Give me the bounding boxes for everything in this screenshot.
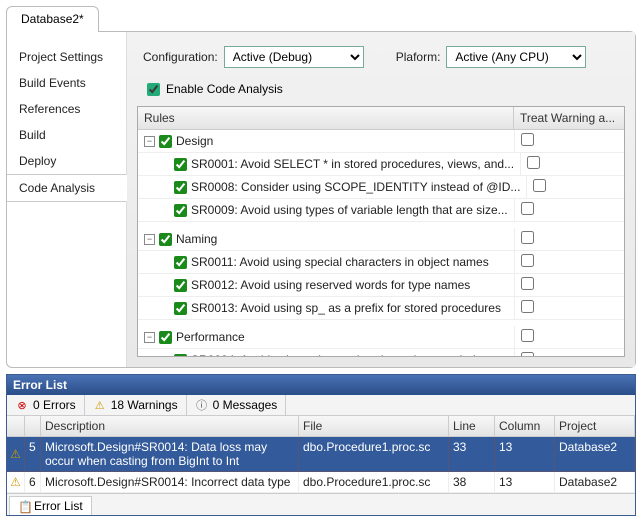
- error-list-row[interactable]: ⚠ 5 Microsoft.Design#SR0014: Data loss m…: [7, 437, 635, 472]
- group-label: Design: [176, 134, 213, 148]
- error-list-title: Error List: [7, 375, 635, 395]
- configuration-select[interactable]: Active (Debug): [224, 46, 364, 68]
- collapse-icon[interactable]: −: [144, 136, 155, 147]
- treat-warning-checkbox[interactable]: [521, 329, 534, 342]
- treat-warning-checkbox[interactable]: [521, 202, 534, 215]
- error-list-tab[interactable]: 📋 Error List: [9, 496, 92, 515]
- collapse-icon[interactable]: −: [144, 234, 155, 245]
- platform-label: Plaform:: [396, 50, 441, 64]
- row-project: Database2: [555, 437, 635, 472]
- group-label: Naming: [176, 232, 217, 246]
- row-column: 13: [495, 472, 555, 493]
- group-checkbox[interactable]: [159, 233, 172, 246]
- row-number: 5: [25, 437, 41, 472]
- warnings-filter-button[interactable]: ⚠ 18 Warnings: [85, 395, 187, 415]
- treat-warning-checkbox[interactable]: [521, 231, 534, 244]
- col-file[interactable]: File: [299, 416, 449, 437]
- info-icon: ⓘ: [195, 398, 209, 412]
- collapse-icon[interactable]: −: [144, 332, 155, 343]
- error-icon: ⊗: [15, 398, 29, 412]
- treat-warning-checkbox[interactable]: [521, 277, 534, 290]
- treat-warning-checkbox[interactable]: [521, 254, 534, 267]
- messages-count-label: 0 Messages: [213, 398, 278, 412]
- settings-panel: Project Settings Build Events References…: [6, 31, 636, 368]
- group-checkbox[interactable]: [159, 135, 172, 148]
- col-description[interactable]: Description: [41, 416, 299, 437]
- col-line[interactable]: Line: [449, 416, 495, 437]
- group-checkbox[interactable]: [159, 331, 172, 344]
- error-list-header: Description File Line Column Project: [7, 416, 635, 437]
- rule-checkbox[interactable]: [174, 256, 187, 269]
- rule-label: SR0013: Avoid using sp_ as a prefix for …: [191, 301, 501, 315]
- rule-checkbox[interactable]: [174, 354, 187, 357]
- errors-count-label: 0 Errors: [33, 398, 76, 412]
- rule-label: SR0012: Avoid using reserved words for t…: [191, 278, 470, 292]
- configuration-label: Configuration:: [143, 50, 218, 64]
- col-project[interactable]: Project: [555, 416, 635, 437]
- sidebar-item-references[interactable]: References: [7, 96, 126, 122]
- sidebar-item-project-settings[interactable]: Project Settings: [7, 44, 126, 70]
- row-column: 13: [495, 437, 555, 472]
- warning-icon: ⚠: [93, 398, 107, 412]
- treat-warning-checkbox[interactable]: [527, 156, 540, 169]
- rules-body: − Design SR0001: Avoid SELECT * in stored…: [138, 130, 624, 356]
- rules-column-header[interactable]: Rules: [138, 107, 514, 129]
- row-file: dbo.Procedure1.proc.sc: [299, 472, 449, 493]
- sidebar-item-build-events[interactable]: Build Events: [7, 70, 126, 96]
- error-list-tab-label: Error List: [34, 499, 83, 513]
- col-column[interactable]: Column: [495, 416, 555, 437]
- treat-warning-checkbox[interactable]: [521, 352, 534, 356]
- treat-warning-checkbox[interactable]: [521, 300, 534, 313]
- warning-icon: ⚠: [10, 447, 21, 461]
- rule-checkbox[interactable]: [174, 158, 187, 171]
- row-line: 33: [449, 437, 495, 472]
- sidebar-item-build[interactable]: Build: [7, 122, 126, 148]
- enable-code-analysis-label: Enable Code Analysis: [166, 82, 283, 96]
- rule-checkbox[interactable]: [174, 279, 187, 292]
- treat-warning-checkbox[interactable]: [521, 133, 534, 146]
- messages-filter-button[interactable]: ⓘ 0 Messages: [187, 395, 287, 415]
- rule-label: SR0011: Avoid using special characters i…: [191, 255, 489, 269]
- group-label: Performance: [176, 330, 245, 344]
- rule-checkbox[interactable]: [174, 204, 187, 217]
- row-number: 6: [25, 472, 41, 493]
- rule-label: SR0004: Avoid using columns that do not …: [191, 353, 498, 356]
- tab-database[interactable]: Database2*: [6, 6, 99, 32]
- platform-select[interactable]: Active (Any CPU): [446, 46, 586, 68]
- error-list-panel: Error List ⊗ 0 Errors ⚠ 18 Warnings ⓘ 0 Mes…: [6, 374, 636, 516]
- sidebar-item-code-analysis[interactable]: Code Analysis: [7, 174, 126, 202]
- rule-checkbox[interactable]: [174, 181, 187, 194]
- enable-code-analysis-checkbox[interactable]: [147, 83, 160, 96]
- rule-label: SR0009: Avoid using types of variable le…: [191, 203, 508, 217]
- treat-warning-column-header[interactable]: Treat Warning a...: [514, 107, 624, 129]
- errors-filter-button[interactable]: ⊗ 0 Errors: [7, 395, 85, 415]
- error-list-icon: 📋: [18, 500, 30, 512]
- row-line: 38: [449, 472, 495, 493]
- content-area: Configuration: Active (Debug) Plaform: A…: [127, 32, 635, 367]
- row-project: Database2: [555, 472, 635, 493]
- rule-checkbox[interactable]: [174, 302, 187, 315]
- sidebar: Project Settings Build Events References…: [7, 32, 127, 367]
- warning-icon: ⚠: [10, 475, 21, 489]
- row-file: dbo.Procedure1.proc.sc: [299, 437, 449, 472]
- rule-label: SR0001: Avoid SELECT * in stored procedu…: [191, 157, 514, 171]
- sidebar-item-deploy[interactable]: Deploy: [7, 148, 126, 174]
- row-description: Microsoft.Design#SR0014: Data loss may o…: [41, 437, 299, 472]
- row-description: Microsoft.Design#SR0014: Incorrect data …: [41, 472, 299, 493]
- error-list-row[interactable]: ⚠ 6 Microsoft.Design#SR0014: Incorrect d…: [7, 472, 635, 493]
- rule-label: SR0008: Consider using SCOPE_IDENTITY in…: [191, 180, 520, 194]
- treat-warning-checkbox[interactable]: [533, 179, 546, 192]
- rules-grid: Rules Treat Warning a... − Design SR0001:…: [137, 106, 625, 357]
- warnings-count-label: 18 Warnings: [111, 398, 178, 412]
